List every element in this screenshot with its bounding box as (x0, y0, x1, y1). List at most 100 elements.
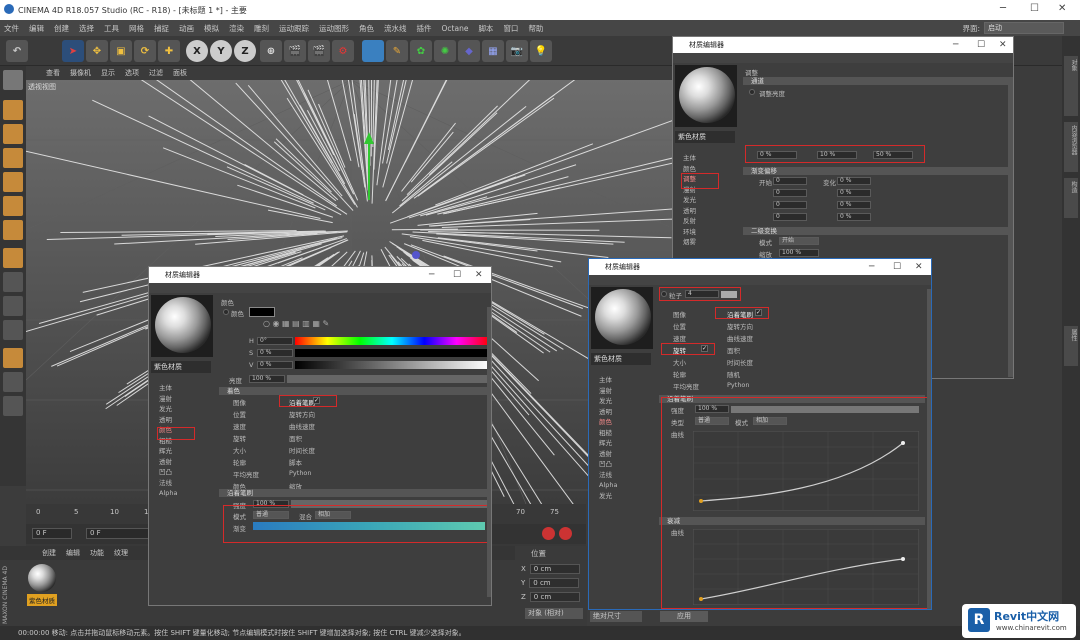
channel-item[interactable]: 主体 (683, 153, 696, 164)
opt-left[interactable]: 图像 (673, 309, 686, 319)
menu-sculpt[interactable]: 雕刻 (254, 23, 269, 34)
change-field[interactable]: 0 % (837, 177, 871, 185)
opt-left[interactable]: 速度 (673, 333, 686, 343)
tab-attributes[interactable]: 属性 (1064, 326, 1078, 366)
record-icon[interactable] (542, 527, 555, 540)
subdivision-icon[interactable]: ✿ (410, 40, 432, 62)
channel-item[interactable]: 透明 (159, 415, 177, 426)
coordinate-mode-select[interactable]: 对象 (相对) (525, 608, 583, 619)
start-field-3[interactable]: 0 (773, 201, 807, 209)
opt-right[interactable]: Python (289, 469, 312, 477)
window-c-minimize-icon[interactable]: ─ (869, 259, 874, 275)
undo-icon[interactable]: ↶ (6, 40, 28, 62)
color-mode-icons[interactable]: ○ ◉ ▦ ▤ ▥ ▦ ✎ (263, 319, 339, 331)
mode-select[interactable]: 开始 (779, 237, 819, 245)
menu-create[interactable]: 创建 (54, 23, 69, 34)
change-field-4[interactable]: 0 % (837, 213, 871, 221)
saturation-slider[interactable] (295, 349, 489, 357)
channel-item[interactable]: 法线 (599, 470, 617, 481)
menu-render[interactable]: 渲染 (229, 23, 244, 34)
window-b-maximize-icon[interactable]: ☐ (453, 267, 461, 283)
brightness-field[interactable]: 100 % (249, 375, 285, 383)
window-a-material-name[interactable]: 紫色材质 (675, 131, 735, 143)
opt-left[interactable]: 速度 (233, 421, 246, 431)
start-field[interactable]: 0 (773, 177, 807, 185)
menu-file[interactable]: 文件 (4, 23, 19, 34)
model-mode-icon[interactable] (3, 100, 23, 120)
floor-icon[interactable]: ▦ (482, 40, 504, 62)
channel-item[interactable]: 透明 (599, 407, 617, 418)
menu-pipeline[interactable]: 流水线 (384, 23, 407, 34)
channel-item[interactable]: 发光 (599, 491, 617, 502)
make-editable-icon[interactable] (3, 70, 23, 90)
axis-mode-icon[interactable] (3, 248, 23, 268)
window-b-material-name[interactable]: 紫色材质 (151, 361, 211, 373)
vp-menu-view[interactable]: 查看 (46, 68, 60, 78)
menu-mograph[interactable]: 运动图形 (319, 23, 349, 34)
channel-item[interactable]: 发光 (683, 195, 696, 206)
value-slider[interactable] (295, 361, 489, 369)
minimize-icon[interactable]: ─ (1000, 3, 1006, 14)
window-a-minimize-icon[interactable]: ─ (953, 37, 958, 53)
snap-icon[interactable] (3, 296, 23, 316)
window-b-scrollbar[interactable] (487, 307, 491, 597)
menu-script[interactable]: 脚本 (478, 23, 493, 34)
channel-item[interactable]: 发光 (599, 396, 617, 407)
edges-mode-icon[interactable] (3, 196, 23, 216)
vp-menu-filter[interactable]: 过滤 (149, 68, 163, 78)
current-frame-field[interactable]: 0 F (86, 528, 156, 539)
opt-left[interactable]: 轮廓 (673, 369, 686, 379)
channel-item[interactable]: 透明 (683, 206, 696, 217)
menu-plugins[interactable]: 插件 (417, 23, 432, 34)
window-c-maximize-icon[interactable]: ☐ (893, 259, 901, 275)
window-a-scrollbar[interactable] (1008, 77, 1013, 377)
close-icon[interactable]: ✕ (1058, 3, 1066, 14)
menu-octane[interactable]: Octane (442, 24, 469, 33)
menu-character[interactable]: 角色 (359, 23, 374, 34)
menu-window[interactable]: 窗口 (503, 23, 518, 34)
grid-icon[interactable] (3, 372, 23, 392)
texture-mode-icon[interactable] (3, 124, 23, 144)
light-icon[interactable]: 💡 (530, 40, 552, 62)
tab-content-browser[interactable]: 内容浏览器 (1064, 122, 1078, 172)
opt-left[interactable]: 大小 (233, 445, 246, 455)
h-field[interactable]: 0° (257, 337, 293, 345)
channel-item[interactable]: 透射 (599, 449, 617, 460)
render-picture-viewer-icon[interactable]: 🎬 (308, 40, 330, 62)
opt-left[interactable]: 大小 (673, 357, 686, 367)
opt-left[interactable]: 图像 (233, 397, 246, 407)
channel-item[interactable]: 凹凸 (159, 467, 177, 478)
channel-item[interactable]: 辉光 (159, 446, 177, 457)
points-mode-icon[interactable] (3, 172, 23, 192)
autokey-icon[interactable] (559, 527, 572, 540)
menu-animate[interactable]: 动画 (179, 23, 194, 34)
start-field-4[interactable]: 0 (773, 213, 807, 221)
mm-menu-edit[interactable]: 编辑 (66, 548, 80, 558)
menu-tools[interactable]: 工具 (104, 23, 119, 34)
select-tool-icon[interactable]: ➤ (62, 40, 84, 62)
opt-right[interactable]: 曲线速度 (289, 421, 315, 431)
channel-item[interactable]: 透射 (159, 457, 177, 468)
rotate-tool-icon[interactable]: ⟳ (134, 40, 156, 62)
cube-object-icon[interactable] (362, 40, 384, 62)
window-b-minimize-icon[interactable]: ─ (429, 267, 434, 283)
camera-icon[interactable]: 📷 (506, 40, 528, 62)
s-field[interactable]: 0 % (257, 349, 293, 357)
maximize-icon[interactable]: ☐ (1030, 3, 1039, 14)
menu-help[interactable]: 帮助 (528, 23, 543, 34)
z-axis-toggle[interactable]: Z (234, 40, 256, 62)
opt-right[interactable]: 旋转方向 (727, 321, 753, 331)
start-frame-field[interactable]: 0 F (32, 528, 72, 539)
start-field-2[interactable]: 0 (773, 189, 807, 197)
tweak-mode-icon[interactable] (3, 272, 23, 292)
deformer-icon[interactable]: ◆ (458, 40, 480, 62)
scale-tool-icon[interactable]: ▣ (110, 40, 132, 62)
channel-item[interactable]: 法线 (159, 478, 177, 489)
vp-menu-options[interactable]: 选项 (125, 68, 139, 78)
channel-item[interactable]: 烟雾 (683, 237, 696, 248)
opt-left[interactable]: 轮廓 (233, 457, 246, 467)
lock-icon[interactable] (3, 396, 23, 416)
size-mode-select[interactable]: 绝对尺寸 (590, 611, 642, 622)
render-view-icon[interactable]: 🎬 (284, 40, 306, 62)
cloner-icon[interactable]: ✺ (434, 40, 456, 62)
